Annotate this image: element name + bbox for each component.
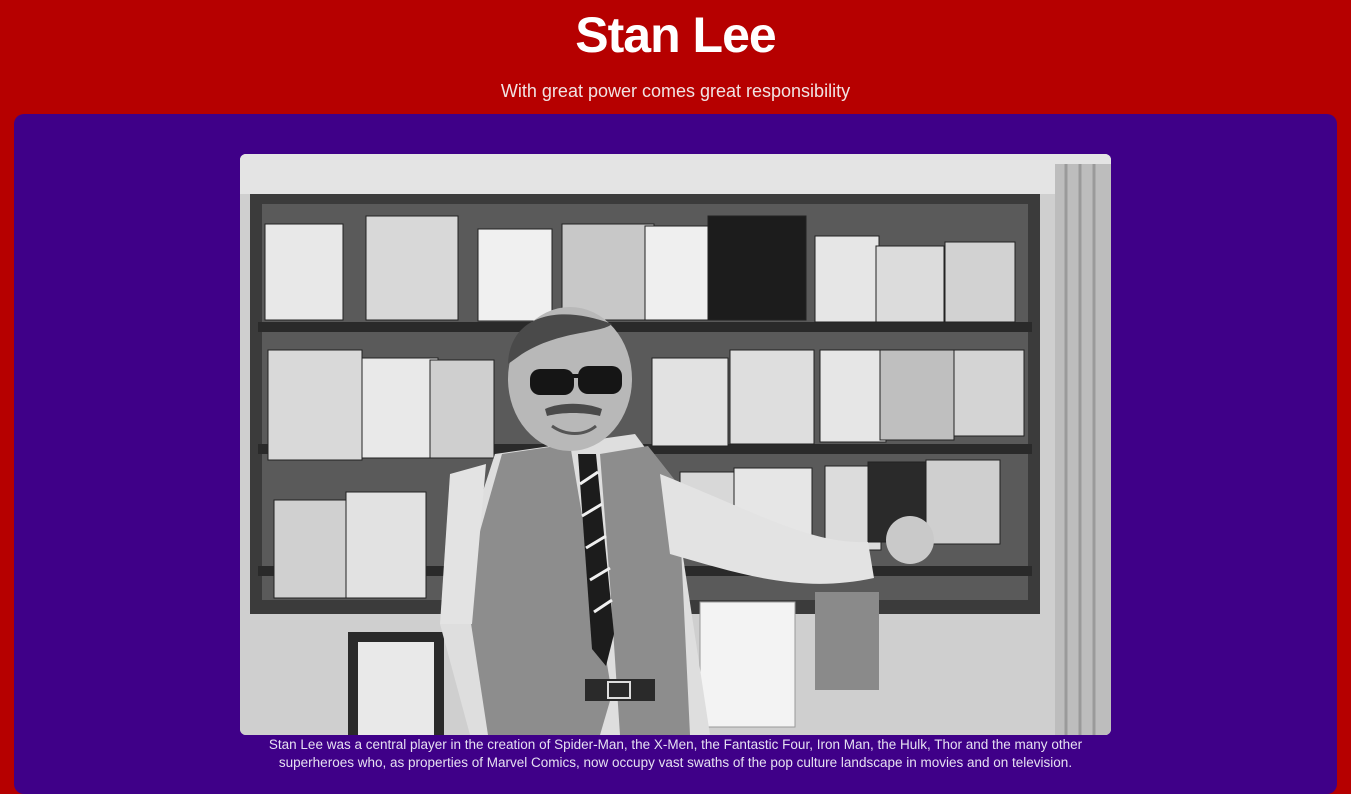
page-title: Stan Lee xyxy=(575,7,776,63)
content-panel: Stan Lee was a central player in the cre… xyxy=(14,114,1337,794)
photo-caption: Stan Lee was a central player in the cre… xyxy=(268,737,1083,770)
site-header: Stan Lee With great power comes great re… xyxy=(0,0,1351,114)
page-subtitle: With great power comes great responsibil… xyxy=(500,81,851,101)
tribute-photo xyxy=(240,154,1111,735)
